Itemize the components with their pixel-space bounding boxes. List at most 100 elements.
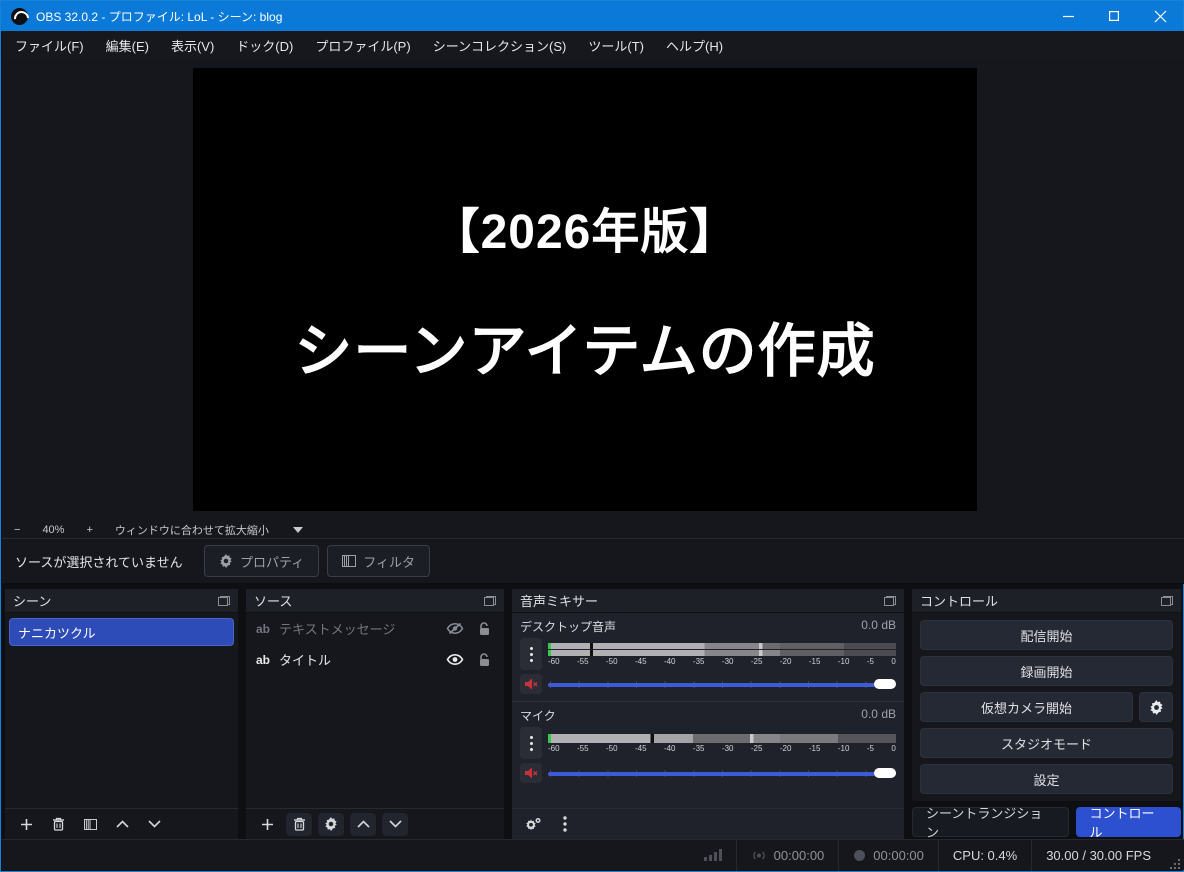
broadcast-icon <box>751 849 767 862</box>
maximize-button[interactable] <box>1091 1 1137 31</box>
fit-to-window-label[interactable]: ウィンドウに合わせて拡大縮小 <box>105 522 279 538</box>
zoom-level: 40% <box>32 524 74 536</box>
source-row-text-message[interactable]: ab テキストメッセージ <box>246 613 504 644</box>
menu-help[interactable]: ヘルプ(H) <box>655 31 734 59</box>
zoom-in-button[interactable]: + <box>74 524 104 536</box>
menu-edit[interactable]: 編集(E) <box>95 31 160 59</box>
start-virtual-camera-button[interactable]: 仮想カメラ開始 <box>920 692 1133 722</box>
mute-button[interactable] <box>520 674 542 694</box>
zoom-out-button[interactable]: − <box>2 524 32 536</box>
close-button[interactable] <box>1137 1 1183 31</box>
eye-slash-icon[interactable] <box>445 622 465 635</box>
volume-slider[interactable] <box>548 767 896 779</box>
stream-timer: 00:00:00 <box>736 840 839 871</box>
add-source-button[interactable] <box>254 813 280 836</box>
popout-icon[interactable] <box>218 596 230 606</box>
window-title: OBS 32.0.2 - プロファイル: LoL - シーン: blog <box>36 8 1045 25</box>
minimize-button[interactable] <box>1045 1 1091 31</box>
text-source-icon: ab <box>256 653 270 667</box>
preview-area: 【2026年版】 シーンアイテムの作成 <box>2 59 1184 521</box>
settings-button[interactable]: 設定 <box>920 764 1173 794</box>
canvas-text-line2: シーンアイテムの作成 <box>294 304 875 388</box>
advanced-audio-button[interactable] <box>520 813 546 836</box>
menu-tools[interactable]: ツール(T) <box>577 31 655 59</box>
menu-bar: ファイル(F) 編集(E) 表示(V) ドック(D) プロファイル(P) シーン… <box>2 31 1184 59</box>
popout-icon[interactable] <box>1161 596 1173 606</box>
speaker-muted-icon <box>524 767 538 779</box>
signal-bars-icon <box>704 849 722 861</box>
menu-file[interactable]: ファイル(F) <box>4 31 95 59</box>
channel-db-value: 0.0 dB <box>861 707 896 724</box>
studio-mode-button[interactable]: スタジオモード <box>920 728 1173 758</box>
source-row-title[interactable]: ab タイトル <box>246 644 504 675</box>
channel-name: デスクトップ音声 <box>520 618 616 635</box>
source-properties-button[interactable] <box>318 813 344 836</box>
dock-tab-bar: シーントランジション コントロール <box>912 807 1181 837</box>
resize-grip[interactable] <box>1167 856 1181 870</box>
volume-slider[interactable] <box>548 678 896 690</box>
mixer-channel-mic: マイク 0.0 dB -60-55-50-45-40-35-30-25-20-1… <box>512 701 904 790</box>
mixer-body: デスクトップ音声 0.0 dB -60-55-50-45-40-35-30-25… <box>512 613 904 808</box>
mixer-menu-button[interactable] <box>552 813 578 836</box>
network-status <box>690 840 736 871</box>
controls-region: コントロール 配信開始 録画開始 仮想カメラ開始 スタジオモード 設定 <box>912 589 1181 839</box>
sources-dock: ソース ab テキストメッセージ ab タイトル <box>246 589 504 839</box>
gear-icon <box>1149 700 1164 715</box>
speaker-muted-icon <box>524 678 538 690</box>
slider-handle[interactable] <box>874 679 896 689</box>
remove-source-button[interactable] <box>286 813 312 836</box>
channel-menu-button[interactable] <box>520 727 542 759</box>
scene-move-down-button[interactable] <box>141 813 167 836</box>
scenes-dock-header[interactable]: シーン <box>5 589 238 613</box>
gear-icon <box>219 554 233 568</box>
program-canvas[interactable]: 【2026年版】 シーンアイテムの作成 <box>193 68 977 511</box>
mixer-dock-header[interactable]: 音声ミキサー <box>512 589 904 613</box>
slider-handle[interactable] <box>874 768 896 778</box>
menu-scene-collection[interactable]: シーンコレクション(S) <box>422 31 578 59</box>
preview-zoom-bar: − 40% + ウィンドウに合わせて拡大縮小 <box>2 521 1184 538</box>
tab-controls[interactable]: コントロール <box>1076 807 1182 837</box>
add-scene-button[interactable] <box>13 813 39 836</box>
channel-db-value: 0.0 dB <box>861 618 896 635</box>
text-source-icon: ab <box>256 622 270 636</box>
audio-mixer-dock: 音声ミキサー デスクトップ音声 0.0 dB <box>512 589 904 839</box>
channel-menu-button[interactable] <box>520 638 542 670</box>
popout-icon[interactable] <box>884 596 896 606</box>
source-move-down-button[interactable] <box>382 813 408 836</box>
virtual-camera-settings-button[interactable] <box>1139 692 1173 722</box>
scene-list: ナニカツクル <box>5 613 238 808</box>
lock-open-icon[interactable] <box>474 622 494 636</box>
channel-name: マイク <box>520 707 556 724</box>
scene-filters-button[interactable] <box>77 813 103 836</box>
record-icon <box>853 849 866 862</box>
menu-profile[interactable]: プロファイル(P) <box>304 31 421 59</box>
scene-move-up-button[interactable] <box>109 813 135 836</box>
popout-icon[interactable] <box>484 596 496 606</box>
status-bar: 00:00:00 00:00:00 CPU: 0.4% 30.00 / 30.0… <box>2 839 1184 870</box>
controls-dock-header[interactable]: コントロール <box>912 589 1181 613</box>
remove-scene-button[interactable] <box>45 813 71 836</box>
scene-item-selected[interactable]: ナニカツクル <box>9 618 234 646</box>
lock-open-icon[interactable] <box>474 653 494 667</box>
menu-view[interactable]: 表示(V) <box>160 31 225 59</box>
obs-window: OBS 32.0.2 - プロファイル: LoL - シーン: blog ファイ… <box>0 0 1184 872</box>
mute-button[interactable] <box>520 763 542 783</box>
source-move-up-button[interactable] <box>350 813 376 836</box>
properties-button[interactable]: プロパティ <box>204 545 319 577</box>
no-source-selected-label: ソースが選択されていません <box>2 552 204 571</box>
filters-button[interactable]: フィルタ <box>327 545 430 577</box>
chevron-down-icon[interactable] <box>293 527 303 533</box>
title-bar: OBS 32.0.2 - プロファイル: LoL - シーン: blog <box>1 1 1183 31</box>
sources-dock-header[interactable]: ソース <box>246 589 504 613</box>
start-recording-button[interactable]: 録画開始 <box>920 656 1173 686</box>
start-streaming-button[interactable]: 配信開始 <box>920 620 1173 650</box>
meter-scale: -60-55-50-45-40-35-30-25-20-15-10-50 <box>548 744 896 753</box>
menu-docks[interactable]: ドック(D) <box>225 31 304 59</box>
tab-scene-transitions[interactable]: シーントランジション <box>912 807 1069 837</box>
volume-meter <box>548 643 896 656</box>
filter-icon <box>342 555 356 567</box>
obs-logo-icon <box>11 8 28 25</box>
eye-icon[interactable] <box>445 653 465 666</box>
record-timer: 00:00:00 <box>838 840 938 871</box>
meter-scale: -60-55-50-45-40-35-30-25-20-15-10-50 <box>548 657 896 666</box>
